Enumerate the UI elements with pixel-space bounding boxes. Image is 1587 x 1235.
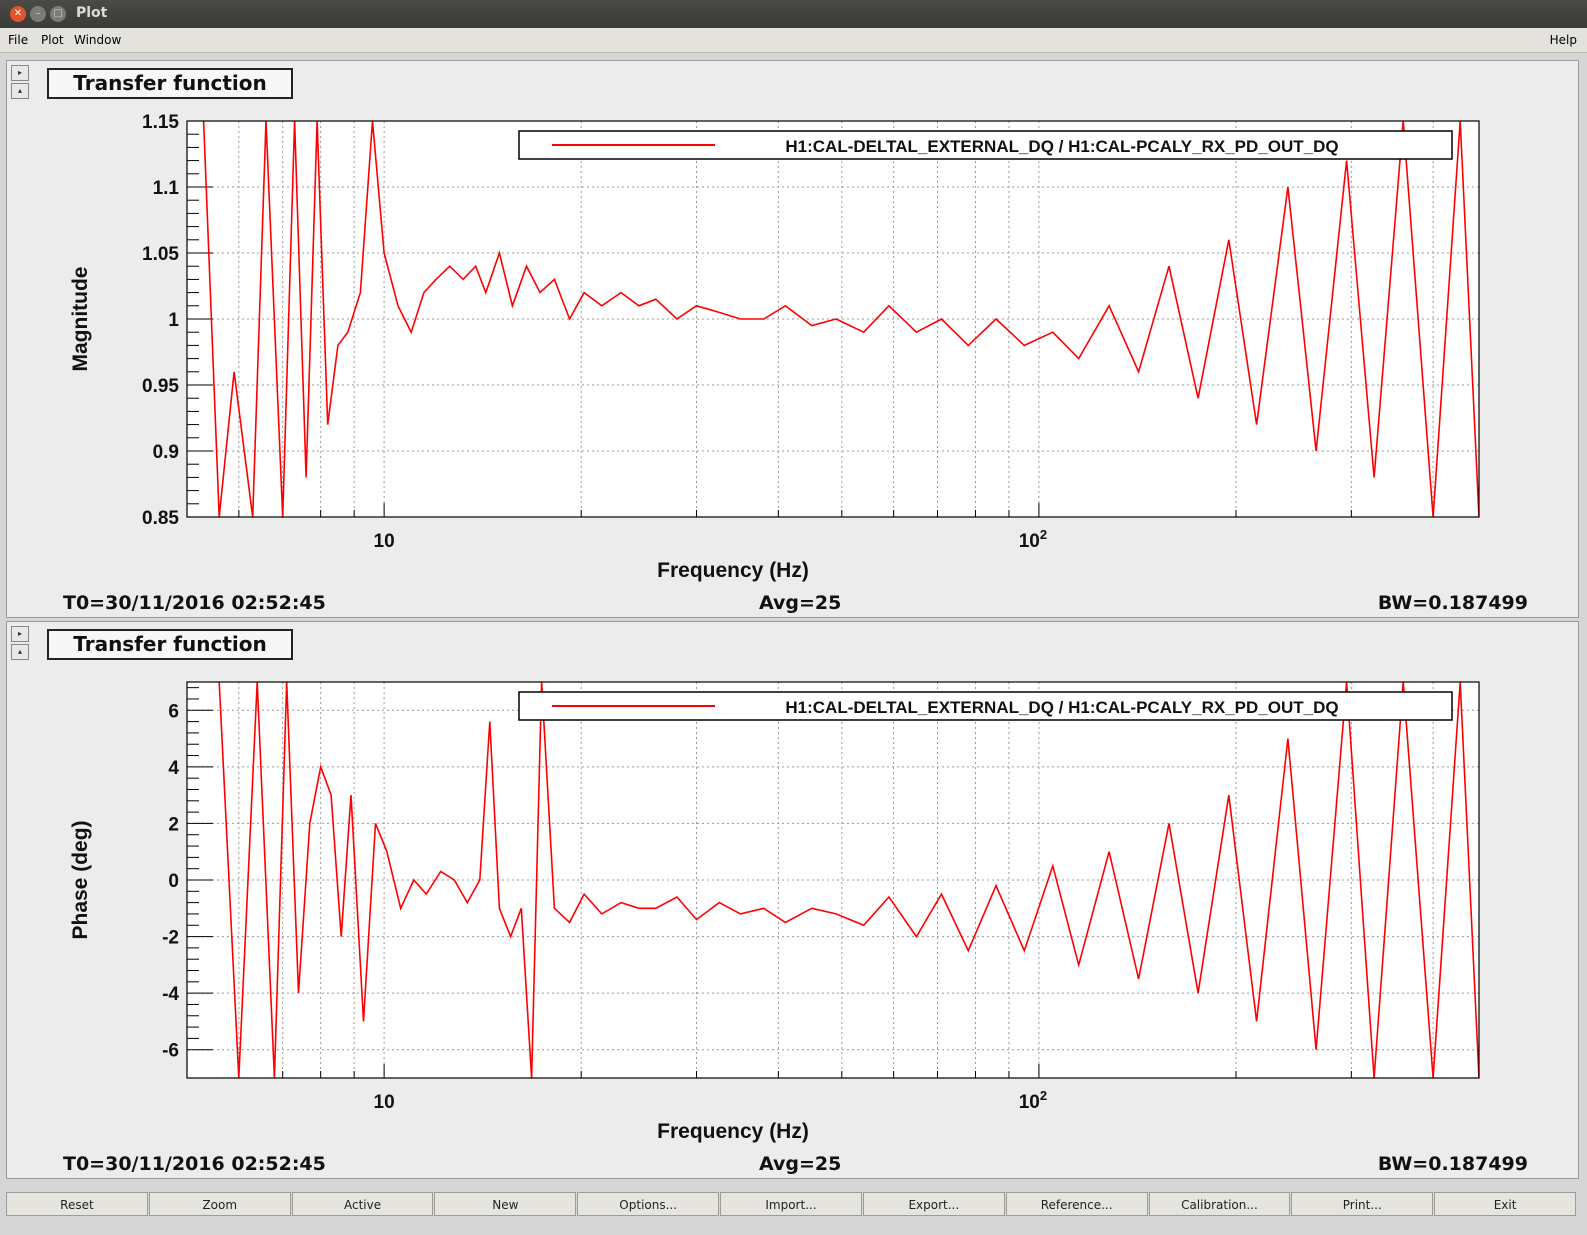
y-tick-label: 1.1 (153, 178, 180, 199)
menu-file[interactable]: File (8, 33, 28, 47)
bw-label: BW=0.187499 (1377, 1153, 1528, 1175)
avg-label: Avg=25 (759, 1153, 842, 1175)
y-tick-label: -2 (162, 928, 179, 949)
x-tick-label: 10 (374, 531, 395, 552)
y-tick-label: 0.95 (142, 376, 179, 397)
x-tick-label: 10 (374, 1092, 395, 1113)
y-tick-label: -6 (162, 1041, 179, 1062)
x-axis-label: Frequency (Hz) (657, 1120, 809, 1143)
y-axis-label: Magnitude (69, 267, 92, 372)
t0-label: T0=30/11/2016 02:52:45 (63, 1153, 326, 1175)
plot-pad-phase[interactable]: ▸ ▴ Transfer function -6 -4 -2 0 2 4 6 10 102 Fre… (6, 621, 1579, 1179)
plot-pad-magnitude[interactable]: ▸ ▴ Transfer function 0.85 0.9 0.95 1 1.05 1.… (6, 60, 1579, 618)
phase-chart: -6 -4 -2 0 2 4 6 10 102 Frequency (Hz) Phase (deg)… (69, 681, 1480, 1143)
toolbar-button-print[interactable]: Print... (1291, 1192, 1434, 1216)
t0-label: T0=30/11/2016 02:52:45 (63, 592, 326, 614)
toolbar-button-import[interactable]: Import... (720, 1192, 862, 1216)
toolbar-button-new[interactable]: New (434, 1192, 577, 1216)
magnitude-chart: 0.85 0.9 0.95 1 1.05 1.1 1.15 10 102 Frequency (H… (69, 112, 1480, 582)
y-tick-label: 2 (168, 814, 179, 835)
toolbar-button-reset[interactable]: Reset (6, 1192, 148, 1216)
close-window-button[interactable]: ✕ (10, 6, 26, 22)
maximize-window-button[interactable]: □ (50, 6, 66, 22)
avg-label: Avg=25 (759, 592, 842, 614)
legend-label: H1:CAL-DELTAL_EXTERNAL_DQ / H1:CAL-PCALY… (785, 698, 1338, 717)
toolbar-button-reference[interactable]: Reference... (1005, 1192, 1148, 1216)
y-tick-label: 0.9 (153, 442, 179, 463)
x-axis-label: Frequency (Hz) (657, 559, 809, 582)
x-tick-label: 102 (1019, 527, 1047, 552)
y-tick-label: -4 (162, 984, 179, 1005)
menu-window[interactable]: Window (74, 33, 121, 47)
menu-plot[interactable]: Plot (41, 33, 64, 47)
y-tick-label: 0.85 (142, 508, 179, 529)
bottom-toolbar: Reset Zoom Active New Options... Import... Exp… (6, 1192, 1577, 1218)
y-axis-label: Phase (deg) (69, 820, 92, 939)
window-title: Plot (76, 5, 108, 21)
toolbar-button-export[interactable]: Export... (862, 1192, 1005, 1216)
menu-help[interactable]: Help (1550, 33, 1577, 47)
toolbar-button-calibration[interactable]: Calibration... (1148, 1192, 1291, 1216)
y-tick-label: 1.05 (142, 244, 179, 265)
toolbar-button-exit[interactable]: Exit (1434, 1192, 1576, 1216)
bw-label: BW=0.187499 (1377, 592, 1528, 614)
minimize-window-button[interactable]: – (30, 6, 46, 22)
legend-label: H1:CAL-DELTAL_EXTERNAL_DQ / H1:CAL-PCALY… (785, 137, 1338, 156)
window-titlebar: ✕ – □ Plot (0, 0, 1587, 28)
toolbar-button-options[interactable]: Options... (577, 1192, 720, 1216)
y-tick-label: 1 (168, 310, 179, 331)
y-tick-label: 4 (168, 758, 179, 779)
y-tick-label: 6 (168, 701, 179, 722)
toolbar-button-active[interactable]: Active (291, 1192, 434, 1216)
toolbar-button-zoom[interactable]: Zoom (148, 1192, 291, 1216)
y-tick-label: 1.15 (142, 112, 179, 133)
y-tick-label: 0 (168, 871, 179, 892)
menubar: File Plot Window Help (0, 28, 1587, 53)
x-tick-label: 102 (1019, 1088, 1047, 1113)
